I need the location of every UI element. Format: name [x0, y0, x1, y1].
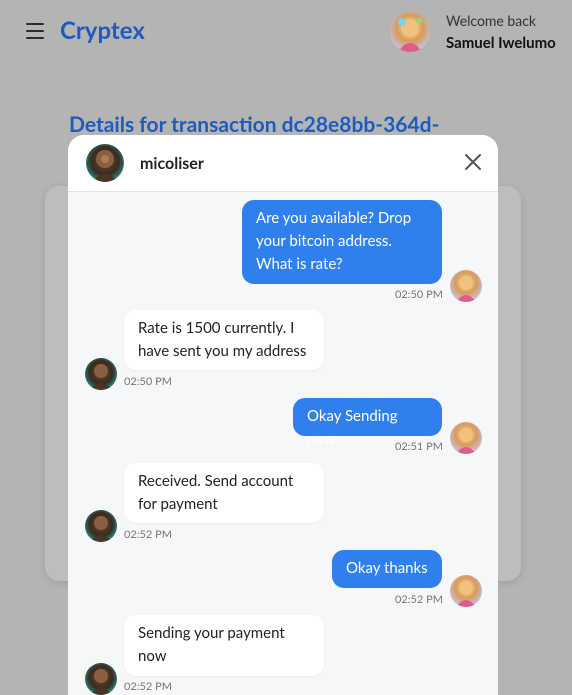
message-line: Received. Send account	[138, 472, 294, 490]
received-message: Sending your payment now	[124, 615, 324, 676]
brand-logo[interactable]: Cryptex	[60, 16, 145, 45]
message-line: Sending your payment	[138, 624, 285, 642]
message-time: 02:52 PM	[124, 528, 172, 541]
my-avatar	[450, 575, 482, 607]
message-line: Okay thanks	[346, 559, 428, 577]
message-line: Are you available? Drop	[256, 209, 412, 227]
user-avatar[interactable]	[390, 12, 430, 52]
received-message: Rate is 1500 currently. I have sent you …	[124, 310, 324, 370]
message-time: 02:52 PM	[395, 593, 443, 606]
my-avatar	[450, 422, 482, 454]
sent-message: Are you available? Drop your bitcoin add…	[242, 200, 442, 284]
message-time: 02:52 PM	[124, 680, 172, 693]
top-bar: Cryptex Welcome back Samuel Iwelumo	[0, 0, 572, 70]
close-icon[interactable]	[464, 153, 482, 171]
message-time: 02:50 PM	[124, 375, 172, 388]
chat-modal: micoliser Are you available? Drop your b…	[68, 135, 498, 695]
sent-message: Okay Sending now	[293, 398, 442, 448]
message-time: 02:50 PM	[395, 288, 443, 301]
received-message: Received. Send account for payment	[124, 463, 324, 523]
message-line: for payment	[138, 495, 218, 513]
message-line: now	[138, 647, 167, 665]
contact-avatar	[85, 510, 117, 542]
message-line: have sent you my address	[138, 342, 307, 360]
hamburger-menu-icon[interactable]	[26, 23, 44, 39]
sent-message: Okay thanks	[332, 550, 442, 588]
contact-avatar	[85, 663, 117, 695]
message-line: Rate is 1500 currently. I	[138, 319, 295, 337]
page-title: Details for transaction dc28e8bb-364d-	[69, 112, 440, 137]
user-name: Samuel Iwelumo	[446, 34, 556, 52]
contact-name: micoliser	[140, 154, 204, 173]
contact-avatar	[86, 144, 124, 182]
message-line: your bitcoin address.	[256, 232, 392, 250]
contact-avatar	[85, 358, 117, 390]
message-line: What is rate?	[256, 255, 343, 273]
welcome-text: Welcome back	[446, 12, 536, 29]
my-avatar	[450, 270, 482, 302]
message-time: 02:51 PM	[395, 440, 443, 453]
chat-header: micoliser	[68, 135, 498, 192]
